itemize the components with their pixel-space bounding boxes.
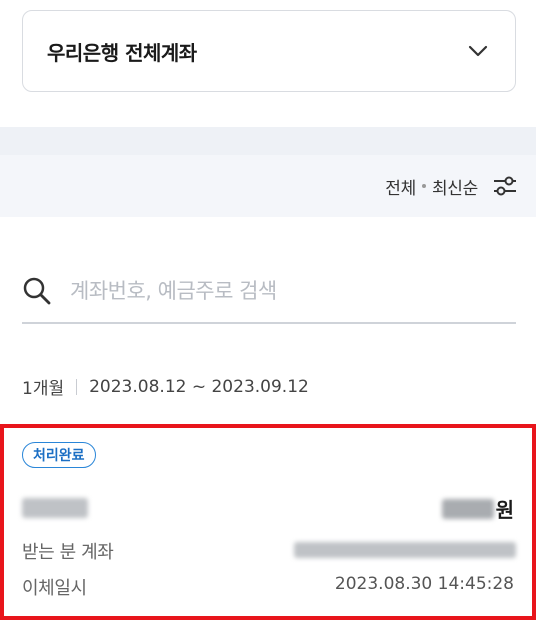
filter-separator-dot [421,184,426,188]
period-info[interactable]: 1개월 2023.08.12 ~ 2023.09.12 [22,374,309,400]
period-dates: 2023.08.12 ~ 2023.09.12 [89,376,309,397]
period-separator [76,378,78,395]
filter-order: 최신순 [431,178,478,199]
filter-sliders-icon[interactable] [492,174,518,198]
filter-bar[interactable]: 전체 최신순 [0,155,536,217]
recipient-account-redacted [294,542,516,558]
amount-unit: 원 [495,498,514,522]
transfer-time-value: 2023.08.30 14:45:28 [334,574,514,594]
period-range-label: 1개월 [22,379,65,399]
status-badge: 처리완료 [22,442,96,468]
transfer-time-label: 이체일시 [22,578,87,599]
search-input[interactable] [68,278,516,304]
account-selector[interactable]: 우리은행 전체계좌 [22,10,516,92]
transaction-amount: 원 [441,494,514,523]
transaction-card[interactable]: 처리완료 원 받는 분 계좌 이체일시 2023.08.30 14:45:28 [0,424,536,620]
recipient-account-label: 받는 분 계좌 [22,542,114,563]
filter-scope: 전체 [385,178,416,199]
amount-redacted [441,498,494,519]
recipient-name-redacted [22,498,88,518]
account-selector-title: 우리은행 전체계좌 [47,40,197,65]
chevron-down-icon[interactable] [467,40,489,62]
search-icon[interactable] [22,276,52,306]
section-divider [0,127,536,155]
search-bar[interactable] [22,260,516,324]
